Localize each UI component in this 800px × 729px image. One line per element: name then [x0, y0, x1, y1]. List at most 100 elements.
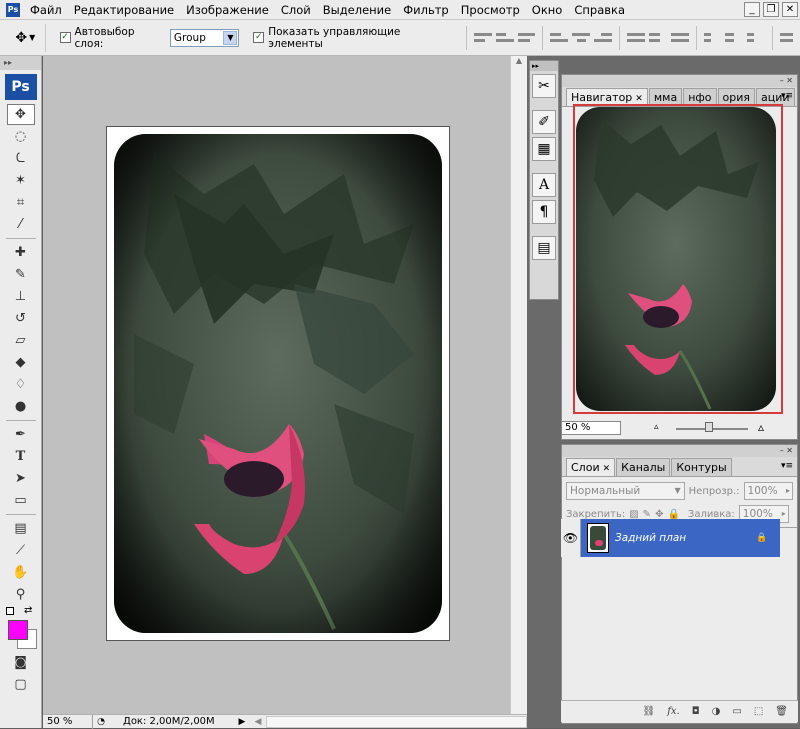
brush-tool-icon[interactable]: ✎ — [7, 264, 35, 285]
delete-layer-icon[interactable]: 🗑 — [775, 706, 788, 717]
scroll-up-icon[interactable]: ▲ — [511, 56, 527, 65]
menu-layer[interactable]: Слой — [275, 0, 317, 20]
path-selection-icon[interactable]: ➤ — [7, 468, 35, 489]
blur-tool-icon[interactable]: ♢ — [7, 374, 35, 395]
menu-filter[interactable]: Фильтр — [397, 0, 455, 20]
slider-thumb[interactable] — [705, 422, 713, 432]
tab-layers[interactable]: Слои ✕ — [566, 458, 616, 476]
quick-mask-icon[interactable]: ◙ — [7, 652, 35, 673]
type-tool-icon[interactable]: T — [7, 446, 35, 467]
pen-tool-icon[interactable]: ✒ — [7, 424, 35, 445]
lasso-tool-icon[interactable]: ᘇ — [7, 148, 35, 169]
dock-grip[interactable]: ▸▸ — [530, 61, 558, 71]
minimize-button[interactable]: _ — [744, 2, 760, 17]
align-right-icon[interactable] — [594, 29, 613, 47]
layer-name[interactable]: Задний план — [615, 532, 754, 544]
menu-view[interactable]: Просмотр — [455, 0, 526, 20]
auto-select-dropdown[interactable]: Group ▼ — [169, 28, 240, 47]
menu-image[interactable]: Изображение — [180, 0, 275, 20]
zoom-out-icon[interactable]: ▵ — [654, 422, 659, 432]
navigator-titlebar[interactable]: – ✕ — [562, 75, 797, 87]
character-icon[interactable]: A — [532, 173, 556, 197]
slice-tool-icon[interactable]: ⁄ — [7, 214, 35, 235]
move-tool-icon[interactable]: ✥ — [6, 104, 35, 125]
distribute-bottom-icon[interactable] — [670, 29, 689, 47]
photoshop-logo[interactable]: Ps — [4, 74, 37, 100]
close-button[interactable]: ✕ — [782, 2, 798, 17]
paragraph-icon[interactable]: ¶ — [532, 200, 556, 224]
brushes-icon[interactable]: ✐ — [532, 110, 556, 134]
vertical-scrollbar[interactable]: ▲ — [510, 56, 527, 714]
panel-menu-icon[interactable]: ▾≡ — [781, 461, 793, 471]
horizontal-scrollbar[interactable] — [266, 715, 527, 728]
healing-brush-icon[interactable]: ✚ — [7, 242, 35, 263]
clone-source-icon[interactable]: ▦ — [532, 137, 556, 161]
blend-mode-dropdown[interactable]: Нормальный ▼ — [566, 482, 685, 500]
zoom-level-field[interactable]: 50 % — [43, 714, 93, 729]
lock-pixels-icon[interactable]: ✎ — [643, 509, 651, 520]
marquee-tool-icon[interactable]: ◌ — [7, 126, 35, 147]
document-canvas[interactable] — [106, 126, 450, 641]
close-icon[interactable]: ✕ — [635, 94, 643, 104]
scroll-left-icon[interactable]: ◀ — [250, 715, 266, 729]
menu-edit[interactable]: Редактирование — [68, 0, 180, 20]
move-tool-preset-icon[interactable]: ✥ ▼ — [6, 23, 46, 52]
tab-paths[interactable]: Контуры — [671, 458, 732, 476]
layer-comps-icon[interactable]: ▤ — [532, 236, 556, 260]
status-menu-arrow-icon[interactable]: ▶ — [234, 715, 250, 729]
eraser-tool-icon[interactable]: ▱ — [7, 330, 35, 351]
navigator-view-box[interactable] — [573, 104, 783, 414]
swap-colors-icon[interactable]: ⇄ — [24, 605, 32, 616]
close-icon[interactable]: ✕ — [603, 464, 611, 474]
notes-tool-icon[interactable]: ▤ — [7, 518, 35, 539]
distribute-right-icon[interactable] — [747, 29, 765, 47]
auto-select-checkbox[interactable]: ✓ — [59, 32, 71, 43]
status-icon[interactable]: ◔ — [93, 715, 109, 729]
distribute-top-icon[interactable] — [627, 29, 645, 47]
magic-wand-tool-icon[interactable]: ✶ — [7, 170, 35, 191]
show-controls-checkbox[interactable]: ✓ — [253, 32, 265, 43]
toolbox-grip[interactable]: ▸▸ — [0, 56, 41, 70]
layers-titlebar[interactable]: – ✕ — [562, 445, 797, 457]
menu-help[interactable]: Справка — [568, 0, 631, 20]
eye-icon[interactable]: 👁 — [561, 519, 581, 557]
screen-mode-icon[interactable]: ▢ — [7, 674, 35, 695]
auto-align-icon[interactable] — [780, 29, 798, 47]
link-layers-icon[interactable]: ⛓ — [643, 706, 656, 717]
eyedropper-tool-icon[interactable]: ⟋ — [7, 540, 35, 561]
layer-mask-icon[interactable]: ◘ — [692, 706, 700, 717]
lock-position-icon[interactable]: ✥ — [655, 509, 663, 520]
crop-tool-icon[interactable]: ⌗ — [7, 192, 35, 213]
shape-tool-icon[interactable]: ▭ — [7, 490, 35, 511]
default-colors-icon[interactable] — [6, 607, 14, 615]
align-top-icon[interactable] — [473, 29, 492, 47]
menu-file[interactable]: Файл — [24, 0, 68, 20]
clone-stamp-icon[interactable]: ⊥ — [7, 286, 35, 307]
hand-tool-icon[interactable]: ✋ — [7, 562, 35, 583]
menu-select[interactable]: Выделение — [317, 0, 398, 20]
distribute-left-icon[interactable] — [703, 29, 722, 47]
adjustment-layer-icon[interactable]: ◑ — [712, 706, 721, 717]
foreground-color-swatch[interactable] — [8, 620, 28, 640]
navigator-zoom-field[interactable]: 50 % — [561, 421, 621, 435]
new-layer-icon[interactable]: ⬚ — [754, 706, 763, 717]
lock-all-icon[interactable]: 🔒 — [667, 509, 679, 520]
tab-channels[interactable]: Каналы — [616, 458, 671, 476]
new-group-icon[interactable]: ▭ — [732, 706, 741, 717]
app-icon[interactable]: Ps — [6, 2, 20, 17]
layer-row-background[interactable]: 👁 Задний план 🔒 — [561, 519, 780, 557]
align-hcenter-icon[interactable] — [572, 29, 591, 47]
layer-style-icon[interactable]: fx. — [667, 706, 680, 717]
dodge-tool-icon[interactable]: ● — [7, 396, 35, 417]
lock-transparency-icon[interactable]: ▨ — [629, 509, 638, 520]
zoom-tool-icon[interactable]: ⚲ — [7, 584, 35, 605]
history-brush-icon[interactable]: ↺ — [7, 308, 35, 329]
paint-bucket-icon[interactable]: ◆ — [7, 352, 35, 373]
distribute-hcenter-icon[interactable] — [725, 29, 743, 47]
align-left-icon[interactable] — [550, 29, 569, 47]
tool-presets-icon[interactable]: ✂ — [532, 74, 556, 98]
opacity-field[interactable]: 100% ▸ — [743, 482, 793, 500]
zoom-in-icon[interactable]: ▵ — [758, 420, 764, 434]
restore-button[interactable]: ❐ — [763, 2, 779, 17]
panel-menu-icon[interactable]: ▾≡ — [781, 91, 793, 101]
